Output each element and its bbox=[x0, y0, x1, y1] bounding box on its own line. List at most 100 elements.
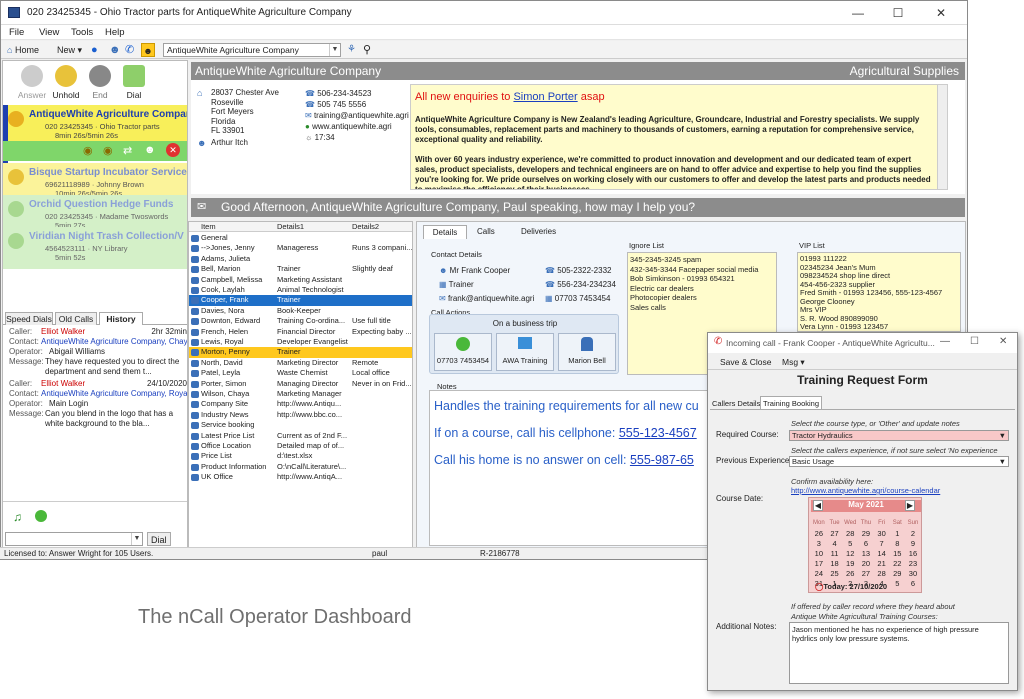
conference-icon[interactable]: ☻ bbox=[144, 144, 156, 156]
cellphone-link[interactable]: 555-123-4567 bbox=[619, 426, 697, 440]
prev-month-icon[interactable]: ◀ bbox=[813, 500, 823, 511]
calendar-day[interactable]: 26 bbox=[811, 529, 827, 538]
contact-row[interactable]: General bbox=[189, 233, 412, 243]
col-header[interactable]: Details2 bbox=[352, 222, 379, 232]
contact-row[interactable]: North, David Marketing Director Remote bbox=[189, 358, 412, 368]
contact-person[interactable]: Arthur Itch bbox=[211, 138, 248, 147]
contact-row[interactable]: Product Information O:\nCall\Literature\.… bbox=[189, 462, 412, 472]
marion-bell-button[interactable]: Marion Bell bbox=[558, 333, 616, 371]
contact-row[interactable]: Downton, Edward Training Co-ordina... Use … bbox=[189, 316, 412, 326]
phone-icon[interactable]: ✆ bbox=[125, 43, 134, 57]
calendar-day[interactable]: 6 bbox=[905, 579, 921, 588]
calendar-day[interactable]: 12 bbox=[842, 549, 858, 558]
calendar-day[interactable]: 24 bbox=[811, 569, 827, 578]
company-fax[interactable]: 505 745 5556 bbox=[317, 100, 366, 109]
contact-row[interactable]: Cooper, Frank Trainer bbox=[189, 295, 412, 306]
calendar-link[interactable]: http://www.antiquewhite.agri/course-cale… bbox=[791, 486, 940, 495]
maximize-button[interactable]: ☐ bbox=[878, 3, 918, 23]
tab-training-booking[interactable]: Training Booking bbox=[760, 396, 823, 410]
additional-notes-field[interactable]: Jason mentioned he has no experience of … bbox=[789, 622, 1009, 684]
contact-row[interactable]: Cook, Laylah Animal Technologist bbox=[189, 285, 412, 295]
calendar-day[interactable]: 9 bbox=[905, 539, 921, 548]
contact-row[interactable]: Morton, Penny Trainer bbox=[189, 347, 412, 358]
alert-link[interactable]: Simon Porter bbox=[513, 91, 577, 103]
contact-phone[interactable]: 505-2322-2332 bbox=[557, 266, 611, 275]
transfer-icon[interactable]: ⇄ bbox=[123, 144, 132, 157]
calendar-day[interactable]: 27 bbox=[827, 529, 843, 538]
call-item[interactable]: Viridian Night Trash Collection/V 456452… bbox=[3, 227, 187, 269]
home-phone-link[interactable]: 555-987-65 bbox=[630, 453, 694, 467]
menu-view[interactable]: View bbox=[39, 27, 59, 38]
tab-callers-details[interactable]: Callers Details bbox=[712, 399, 760, 408]
calendar-day[interactable]: 11 bbox=[827, 549, 843, 558]
menu-help[interactable]: Help bbox=[105, 27, 125, 38]
company-select[interactable]: AntiqueWhite Agriculture Company ▼ bbox=[163, 43, 341, 57]
calendar-day[interactable]: 6 bbox=[858, 539, 874, 548]
contact-row[interactable]: Wilson, Chaya Marketing Manager bbox=[189, 389, 412, 399]
call-item-active[interactable]: AntiqueWhite Agriculture Compar 020 2342… bbox=[3, 105, 187, 165]
tab-speed-dials[interactable]: Speed Dials bbox=[5, 312, 53, 325]
tab-old-calls[interactable]: Old Calls bbox=[55, 312, 97, 325]
calendar-day[interactable]: 30 bbox=[905, 569, 921, 578]
calendar-day[interactable]: 21 bbox=[874, 559, 890, 568]
contact-row[interactable]: Industry News http://www.bbc.co... bbox=[189, 410, 412, 420]
experience-select[interactable]: Basic Usage ▼ bbox=[789, 456, 1009, 467]
menu-file[interactable]: File bbox=[9, 27, 24, 38]
call-mobile-button[interactable]: 07703 7453454 bbox=[434, 333, 492, 371]
history-entry[interactable]: Caller: Elliot Walker 2hr 32min Contact: An… bbox=[9, 327, 187, 377]
vip-list[interactable]: 01993 111222 02345234 Jean's Mum 098234524… bbox=[797, 252, 961, 332]
msg-button[interactable]: Msg ▾ bbox=[782, 357, 805, 368]
search-icon[interactable]: ⚲ bbox=[363, 43, 371, 57]
close-button[interactable]: ✕ bbox=[921, 3, 961, 23]
calendar-day[interactable]: 13 bbox=[858, 549, 874, 558]
end-button[interactable]: End bbox=[83, 61, 117, 103]
calendar-day[interactable]: 15 bbox=[889, 549, 905, 558]
calendar-day[interactable]: 30 bbox=[874, 529, 890, 538]
company-email[interactable]: training@antiquewhite.agri bbox=[314, 111, 409, 120]
calendar-day[interactable]: 26 bbox=[842, 569, 858, 578]
tab-deliveries[interactable]: Deliveries bbox=[521, 225, 556, 239]
calendar-day[interactable]: 14 bbox=[874, 549, 890, 558]
contact-row[interactable]: Service booking bbox=[189, 420, 412, 430]
contact-row[interactable]: Price List d:\test.xlsx bbox=[189, 451, 412, 461]
calendar-today[interactable]: ◯Today: 27/10/2020 bbox=[815, 582, 887, 591]
dial-number-input[interactable]: ▼ bbox=[5, 532, 143, 546]
contact-row[interactable]: Bell, Marion Trainer Slightly deaf bbox=[189, 264, 412, 274]
dial-button[interactable]: Dial bbox=[117, 61, 151, 103]
dial-submit-button[interactable]: Dial bbox=[147, 532, 171, 546]
calendar-day[interactable]: 27 bbox=[858, 569, 874, 578]
company-website[interactable]: www.antiquewhite.agri bbox=[312, 122, 392, 131]
calendar-day[interactable]: 5 bbox=[889, 579, 905, 588]
contact-phone[interactable]: 07703 7453454 bbox=[555, 294, 611, 303]
contact-row[interactable]: UK Office http://www.AntiqA... bbox=[189, 472, 412, 482]
calendar-day[interactable]: 20 bbox=[858, 559, 874, 568]
contact-row[interactable]: Company Site http://www.Antiqu... bbox=[189, 399, 412, 409]
contact-row[interactable]: Adams, Julieta bbox=[189, 254, 412, 264]
calendar-day[interactable]: 29 bbox=[858, 529, 874, 538]
contact-row[interactable]: Campbell, Melissa Marketing Assistant bbox=[189, 275, 412, 285]
contact-row[interactable]: Davies, Nora Book-Keeper bbox=[189, 306, 412, 316]
close-button[interactable]: ✕ bbox=[999, 336, 1007, 347]
calendar-day[interactable]: 8 bbox=[889, 539, 905, 548]
awa-training-button[interactable]: AWA Training bbox=[496, 333, 554, 371]
unhold-small-icon[interactable]: ◉ bbox=[103, 144, 113, 157]
calendar-day[interactable]: 17 bbox=[811, 559, 827, 568]
hangup-icon[interactable]: ✕ bbox=[166, 143, 180, 157]
calendar-day[interactable]: 1 bbox=[889, 529, 905, 538]
filter-icon[interactable]: ⚘ bbox=[347, 43, 356, 57]
contact-row[interactable]: Office Location Detailed map of of... bbox=[189, 441, 412, 451]
calendar-day[interactable]: 19 bbox=[842, 559, 858, 568]
home-button[interactable]: ⌂ Home bbox=[7, 43, 39, 57]
minimize-button[interactable]: — bbox=[838, 3, 878, 23]
unhold-button[interactable]: Unhold bbox=[49, 61, 83, 103]
company-phone[interactable]: 506-234-34523 bbox=[317, 89, 371, 98]
calendar-day[interactable]: 29 bbox=[889, 569, 905, 578]
contact-row[interactable]: French, Helen Financial Director Expecting… bbox=[189, 327, 412, 337]
calendar-day[interactable]: 7 bbox=[874, 539, 890, 548]
maximize-button[interactable]: ☐ bbox=[970, 336, 979, 347]
calendar-day[interactable]: 22 bbox=[889, 559, 905, 568]
promo-scrollbar[interactable] bbox=[937, 85, 947, 189]
calendar-day[interactable]: 23 bbox=[905, 559, 921, 568]
tab-history[interactable]: History bbox=[99, 312, 143, 325]
save-close-button[interactable]: Save & Close bbox=[720, 357, 772, 367]
